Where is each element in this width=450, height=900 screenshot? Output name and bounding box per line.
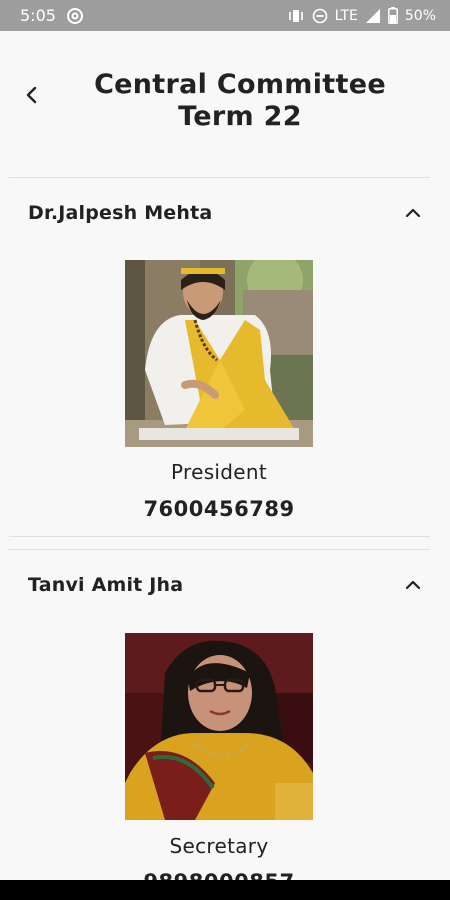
chevron-up-icon[interactable] xyxy=(404,576,422,595)
page-title: Central Committee Term 22 xyxy=(50,69,430,133)
status-bar: 5:05 LTE 50% xyxy=(0,0,450,31)
page-header: Central Committee Term 22 xyxy=(0,31,450,177)
member-photo-president xyxy=(125,260,313,447)
member-name: Tanvi Amit Jha xyxy=(28,574,184,596)
battery-icon xyxy=(387,7,398,24)
signal-icon xyxy=(365,8,381,24)
status-time: 5:05 xyxy=(20,6,56,25)
member-photo-secretary xyxy=(125,633,313,820)
member-role: Secretary xyxy=(169,834,269,858)
vibrate-icon xyxy=(287,8,305,24)
arrow-back-icon xyxy=(26,86,37,104)
member-role: President xyxy=(171,460,267,484)
chevron-up-icon[interactable] xyxy=(404,204,422,223)
title-line-1: Central Committee xyxy=(94,69,386,100)
member-header-secretary[interactable]: Tanvi Amit Jha xyxy=(0,560,450,610)
title-line-2: Term 22 xyxy=(178,101,302,132)
divider xyxy=(9,549,430,550)
battery-percent: 50% xyxy=(404,7,436,24)
system-nav-bar xyxy=(0,880,450,900)
member-phone[interactable]: 7600456789 xyxy=(0,497,438,521)
divider xyxy=(9,177,430,178)
network-type: LTE xyxy=(334,7,358,24)
member-header-president[interactable]: Dr.Jalpesh Mehta xyxy=(0,188,450,238)
divider xyxy=(9,536,430,537)
back-button[interactable] xyxy=(18,79,46,111)
at-sign-icon xyxy=(66,7,84,25)
dnd-icon xyxy=(312,8,328,24)
member-name: Dr.Jalpesh Mehta xyxy=(28,202,213,224)
